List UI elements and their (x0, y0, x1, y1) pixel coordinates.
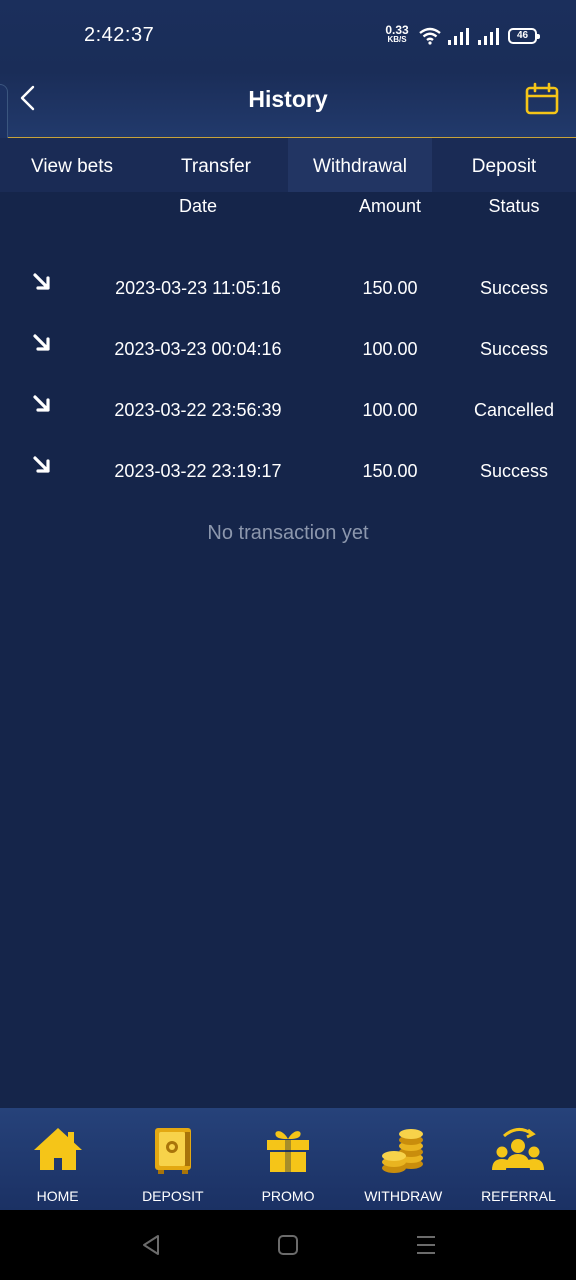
row-date: 2023-03-23 11:05:16 (115, 278, 281, 298)
row-status: Success (479, 461, 549, 481)
nav-withdraw[interactable]: WITHDRAW (346, 1108, 461, 1210)
withdraw-arrow-icon (33, 456, 50, 473)
tab-deposit[interactable]: Deposit (432, 138, 576, 192)
nav-home[interactable]: HOME (0, 1108, 115, 1210)
withdraw-arrow-icon (33, 273, 50, 290)
withdraw-arrow-icon (33, 395, 50, 412)
row-amount: 150.00 (362, 278, 418, 298)
row-amount: 100.00 (362, 339, 418, 359)
wifi-icon (419, 27, 441, 45)
network-speed: 0.33 KB/S (382, 23, 412, 45)
coins-icon (382, 1129, 424, 1173)
column-header-date: Date (178, 196, 218, 216)
gift-icon (267, 1131, 309, 1172)
bottom-nav: HOME DEPOSIT PROMO WITHDRAW REFERRAL (0, 1108, 576, 1210)
history-tabs: View bets Transfer Withdrawal Deposit (0, 138, 576, 192)
nav-deposit-label: DEPOSIT (142, 1188, 204, 1204)
nav-home-label: HOME (36, 1188, 79, 1204)
nav-referral[interactable]: REFERRAL (461, 1108, 576, 1210)
home-square-icon[interactable] (277, 1233, 299, 1257)
row-date: 2023-03-22 23:56:39 (114, 400, 282, 420)
status-bar: 2:42:37 0.33 KB/S 46 (0, 0, 576, 72)
signal-icon (448, 28, 469, 45)
network-speed-value: 0.33 (385, 23, 409, 37)
nav-deposit[interactable]: DEPOSIT (115, 1108, 230, 1210)
calendar-icon[interactable] (525, 82, 559, 116)
back-triangle-icon[interactable] (140, 1233, 162, 1257)
system-nav-bar (0, 1210, 576, 1280)
status-time: 2:42:37 (84, 24, 155, 46)
table-row: 2023-03-22 23:56:39 100.00 Cancelled (0, 380, 576, 440)
home-icon (33, 1128, 82, 1170)
row-amount: 150.00 (362, 461, 418, 481)
column-header-amount: Amount (358, 196, 422, 216)
header: History (0, 72, 576, 138)
nav-withdraw-label: WITHDRAW (364, 1188, 443, 1204)
tab-withdrawal[interactable]: Withdrawal (288, 138, 432, 192)
empty-message: No transaction yet (207, 522, 369, 544)
table-row: 2023-03-23 00:04:16 100.00 Success (0, 319, 576, 379)
nav-promo-label: PROMO (261, 1188, 315, 1204)
table-row: 2023-03-23 11:05:16 150.00 Success (0, 258, 576, 318)
nav-referral-label: REFERRAL (481, 1188, 556, 1204)
tab-view-bets[interactable]: View bets (0, 138, 144, 192)
safe-icon (154, 1128, 191, 1174)
signal-icon-2 (478, 28, 499, 45)
nav-promo[interactable]: PROMO (230, 1108, 345, 1210)
withdraw-arrow-icon (33, 334, 50, 351)
row-status: Cancelled (473, 400, 555, 420)
table-header: Date Amount Status (0, 196, 576, 246)
page-title: History (248, 86, 328, 112)
menu-lines-icon[interactable] (415, 1233, 437, 1257)
table-row: 2023-03-22 23:19:17 150.00 Success (0, 441, 576, 501)
row-status: Success (479, 278, 549, 298)
row-date: 2023-03-22 23:19:17 (114, 461, 282, 481)
screen: 2:42:37 0.33 KB/S 46 History View bets T… (0, 0, 576, 1280)
row-status: Success (479, 339, 549, 359)
row-amount: 100.00 (362, 400, 418, 420)
column-header-status: Status (488, 196, 540, 216)
row-date: 2023-03-23 00:04:16 (114, 339, 282, 359)
battery-icon: 46 (508, 28, 540, 44)
users-icon (492, 1128, 545, 1170)
tab-transfer[interactable]: Transfer (144, 138, 288, 192)
